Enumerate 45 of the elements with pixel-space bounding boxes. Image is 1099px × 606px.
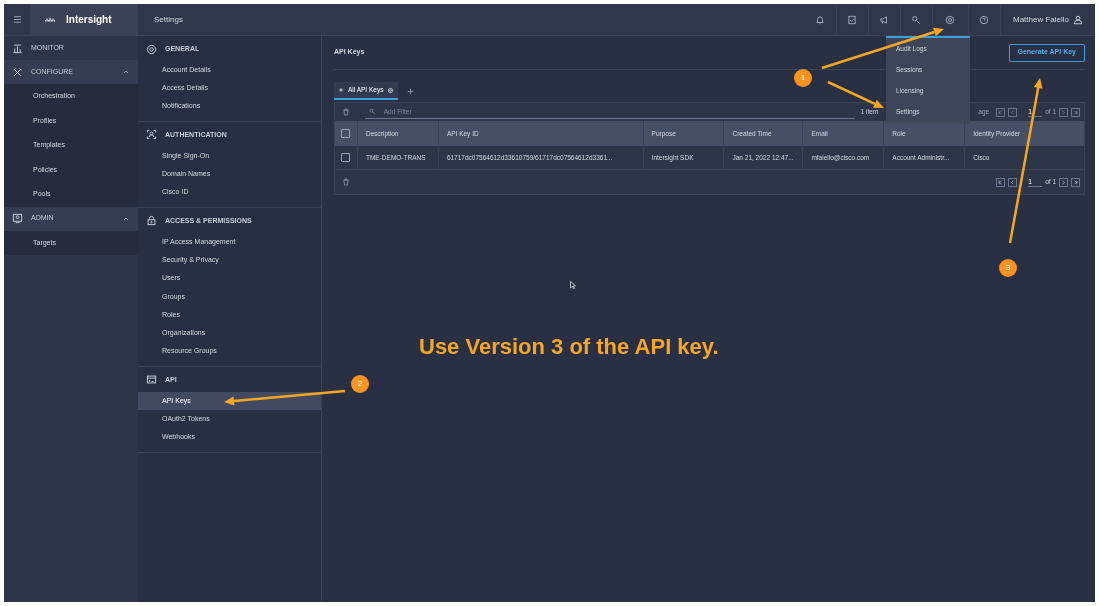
chevron-left-icon [1009,108,1017,116]
last-page-button[interactable] [1071,177,1080,187]
previous-page-button[interactable] [1008,177,1018,187]
gear-icon [387,86,395,94]
first-page-icon [997,178,1005,186]
menu-icon [11,14,23,25]
select-all-checkbox[interactable] [341,129,351,138]
megaphone-icon [879,14,890,25]
search-icon [369,108,376,115]
settings-icon [945,14,956,25]
crossed-tools-icon [12,66,23,78]
admin-icon [12,213,23,224]
chevron-right-icon [1060,108,1067,116]
add-icon [406,87,416,96]
arrow [827,80,884,108]
user-name: Matthew Faiello [1012,13,1069,26]
page-title: Settings [154,13,183,26]
chevron-right-icon [1060,178,1067,186]
bell-icon [814,14,825,25]
first-page-icon [997,108,1005,116]
mouse-cursor-icon [568,280,578,290]
last-page-icon [1072,108,1079,116]
settings-icon [146,43,157,55]
chevron-left-icon [1009,178,1017,186]
trash-icon [342,108,350,116]
caption: Use Version 3 of the API key. [419,333,719,361]
search-icon [911,14,922,25]
person-frame-icon [146,129,157,141]
help-icon [979,14,990,25]
checklist-icon [847,14,858,25]
user-icon [1073,14,1083,25]
last-page-button[interactable] [1071,107,1080,117]
next-page-button[interactable] [1059,107,1068,117]
last-page-icon [1072,178,1079,186]
user-menu-button[interactable]: Matthew Faiello [999,4,1095,35]
brand-name: Intersight [66,13,112,27]
next-page-button[interactable] [1059,177,1068,187]
lock-icon [146,215,157,227]
bar-chart-icon [12,42,23,54]
previous-page-button[interactable] [1008,107,1018,117]
trash-icon [342,178,350,186]
first-page-button[interactable] [996,107,1006,117]
first-page-button[interactable] [996,177,1006,187]
row-checkbox[interactable] [341,153,351,162]
terminal-icon [146,374,157,386]
